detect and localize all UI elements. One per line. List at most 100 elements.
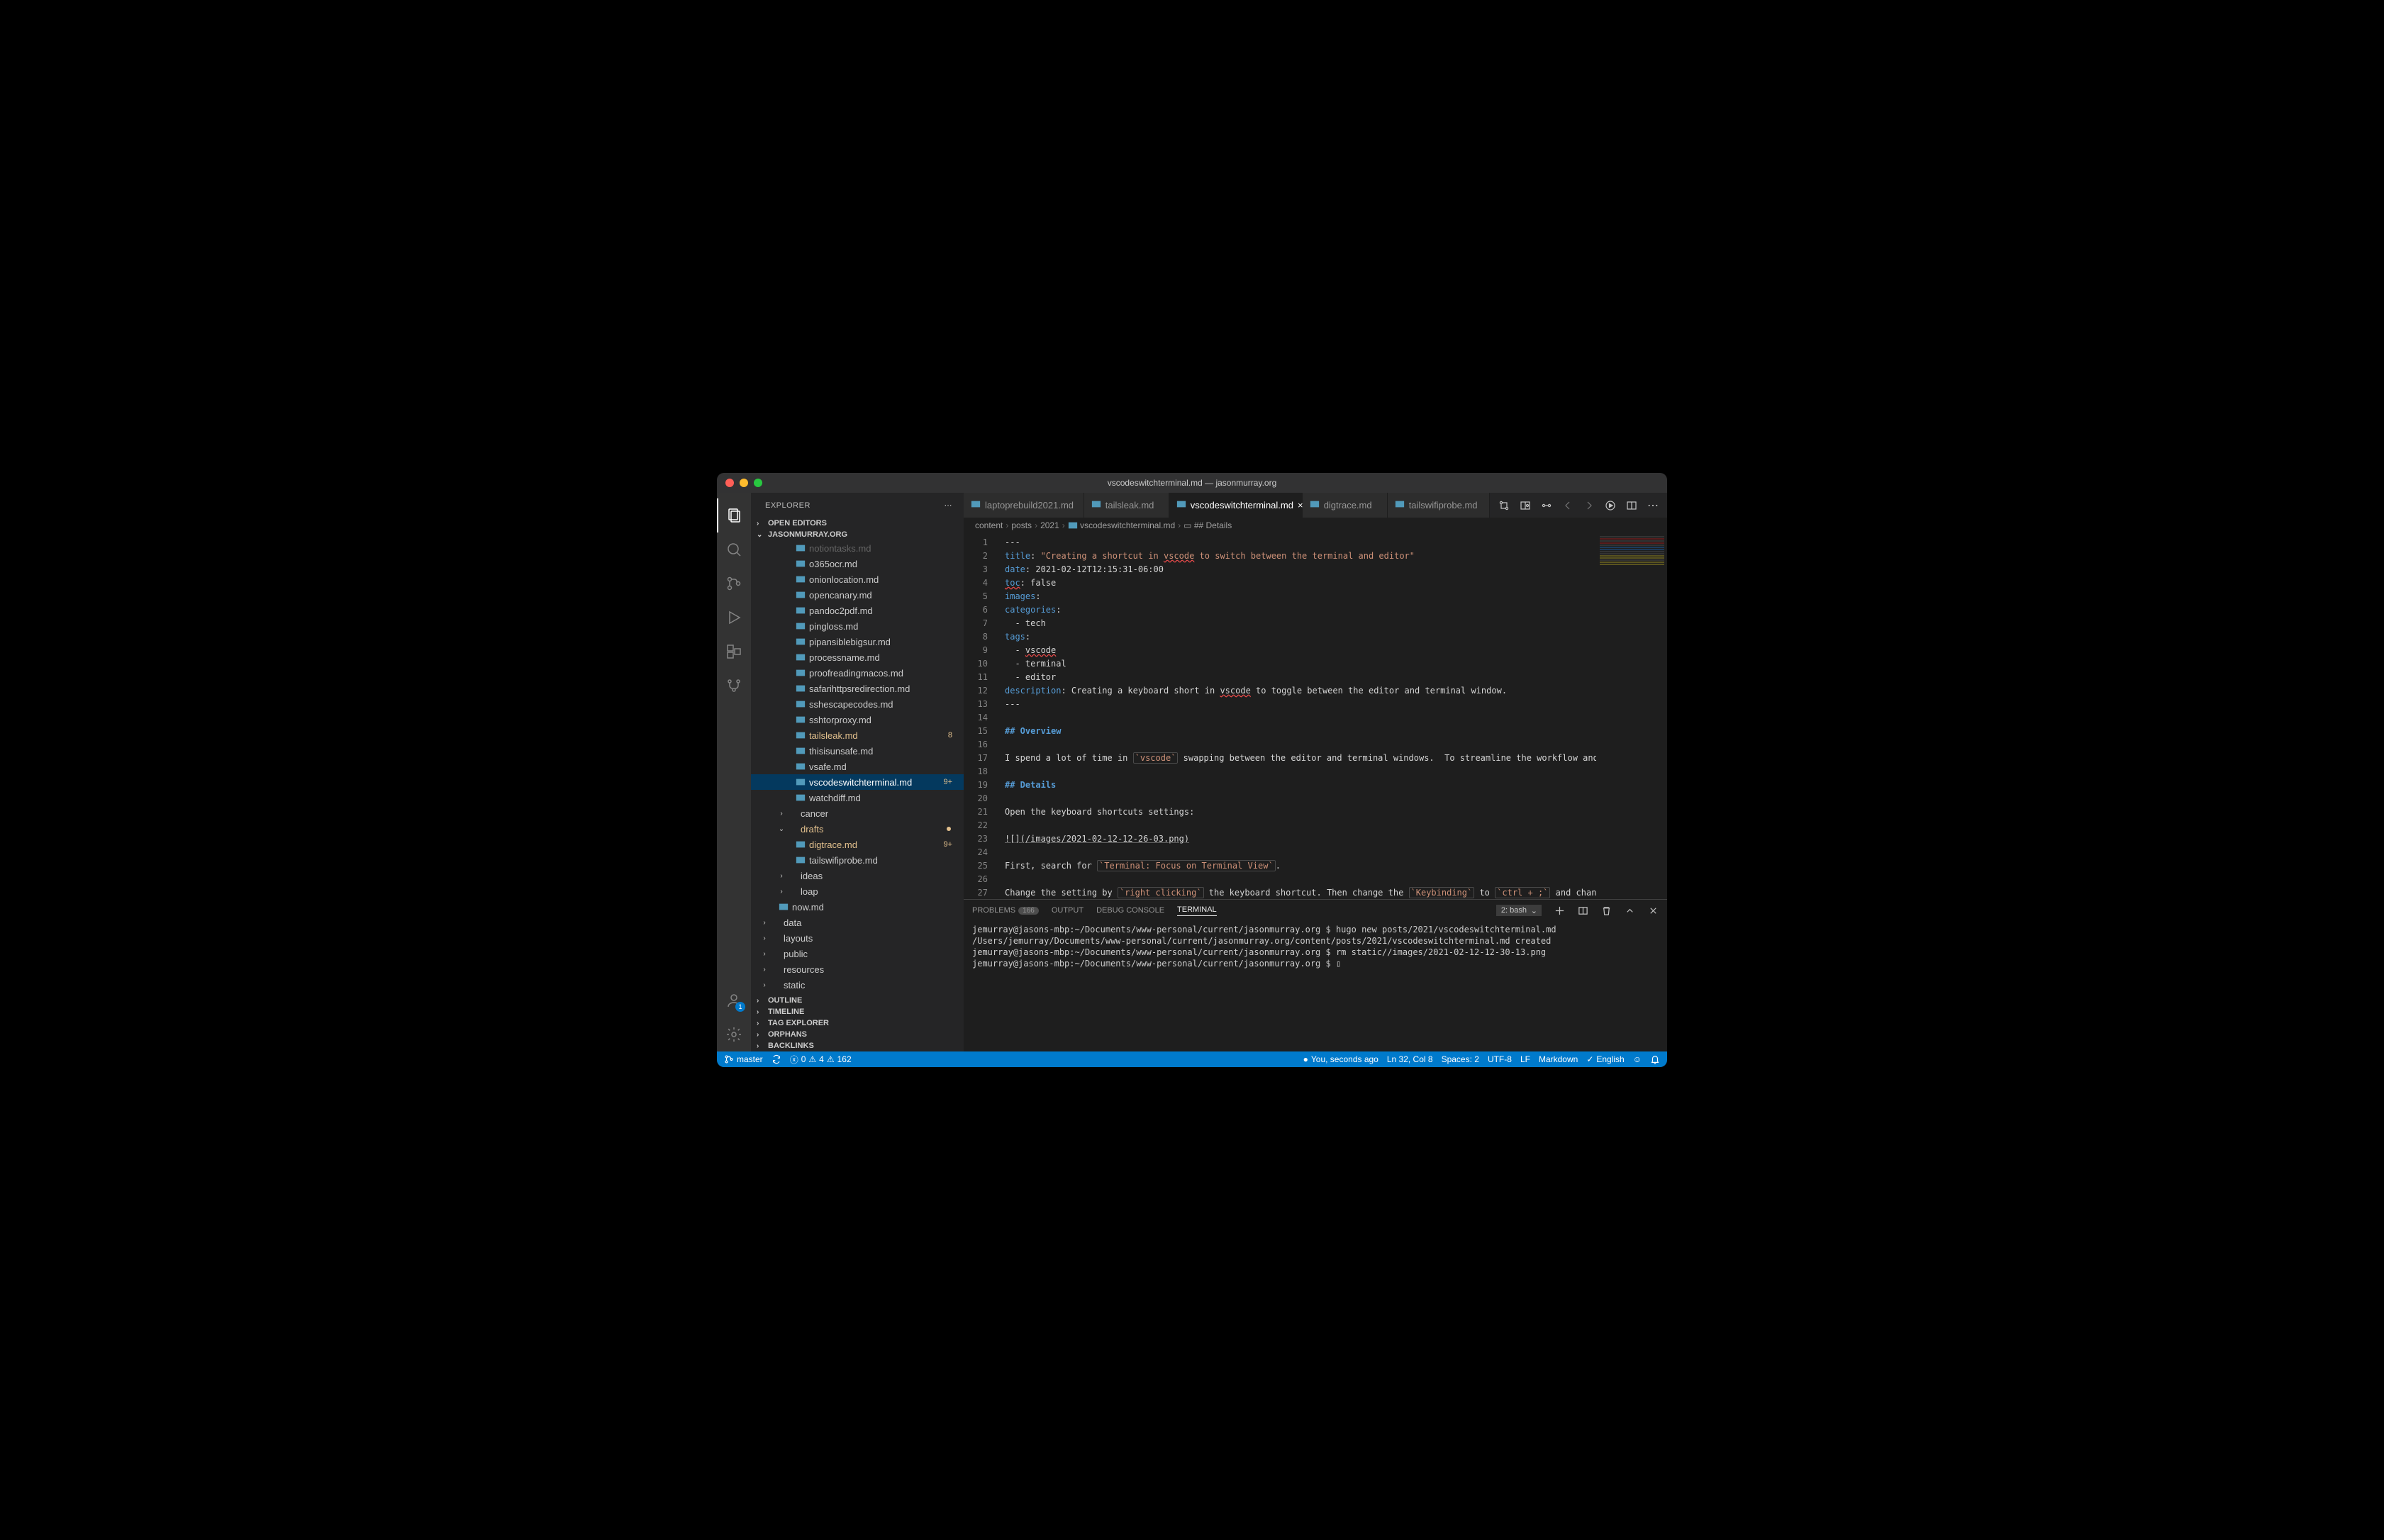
kill-terminal-icon[interactable] — [1601, 905, 1612, 916]
prev-change-icon[interactable] — [1562, 500, 1573, 511]
search-tab[interactable] — [717, 532, 751, 567]
git-graph-icon[interactable] — [1541, 500, 1552, 511]
tree-item-label: pandoc2pdf.md — [809, 606, 955, 616]
breadcrumb-segment[interactable]: 2021 — [1040, 520, 1059, 530]
minimap[interactable] — [1596, 533, 1667, 899]
eol[interactable]: LF — [1520, 1054, 1530, 1064]
maximize-window-button[interactable] — [754, 479, 762, 487]
file-item[interactable]: safarihttpsredirection.md — [751, 681, 964, 696]
folder-item[interactable]: ›loap — [751, 883, 964, 899]
git-badge: 9+ — [943, 778, 955, 786]
folder-item[interactable]: ›layouts — [751, 930, 964, 946]
file-item[interactable]: pandoc2pdf.md — [751, 603, 964, 618]
timeline-section[interactable]: ›TIMELINE — [751, 1006, 964, 1017]
problems-indicator[interactable]: ⓧ0 ⚠4 ⚠162 — [790, 1054, 852, 1066]
file-item[interactable]: tailsleak.md8 — [751, 727, 964, 743]
file-item[interactable]: vscodeswitchterminal.md9+ — [751, 774, 964, 790]
branch-indicator[interactable]: master — [724, 1054, 763, 1064]
file-item[interactable]: onionlocation.md — [751, 571, 964, 587]
folder-item[interactable]: ›public — [751, 946, 964, 961]
tag-explorer-section[interactable]: ›TAG EXPLORER — [751, 1017, 964, 1029]
file-item[interactable]: pingloss.md — [751, 618, 964, 634]
minimize-window-button[interactable] — [740, 479, 748, 487]
editor-tab[interactable]: digtrace.md× — [1303, 493, 1388, 518]
split-terminal-icon[interactable] — [1578, 905, 1588, 916]
breadcrumb[interactable]: content›posts›2021› vscodeswitchterminal… — [964, 518, 1667, 533]
editor-tab[interactable]: vscodeswitchterminal.md× — [1169, 493, 1303, 518]
gitlens-tab[interactable] — [717, 669, 751, 703]
outline-section[interactable]: ›OUTLINE — [751, 995, 964, 1006]
backlinks-section[interactable]: ›BACKLINKS — [751, 1040, 964, 1051]
file-tree[interactable]: notiontasks.mdo365ocr.mdonionlocation.md… — [751, 540, 964, 995]
workspace-section[interactable]: ⌄JASONMURRAY.ORG — [751, 529, 964, 540]
extensions-tab[interactable] — [717, 635, 751, 669]
more-actions-icon[interactable]: ⋯ — [1647, 498, 1659, 513]
maximize-panel-icon[interactable] — [1625, 905, 1635, 916]
terminal-output[interactable]: jemurray@jasons-mbp:~/Documents/www-pers… — [964, 921, 1667, 1051]
sidebar-more-icon[interactable]: ⋯ — [945, 501, 953, 510]
open-preview-side-icon[interactable] — [1520, 500, 1531, 511]
compare-changes-icon[interactable] — [1498, 500, 1510, 511]
file-item[interactable]: watchdiff.md — [751, 790, 964, 805]
feedback-icon[interactable]: ☺ — [1633, 1054, 1642, 1064]
file-item[interactable]: sshescapecodes.md — [751, 696, 964, 712]
orphans-section[interactable]: ›ORPHANS — [751, 1029, 964, 1040]
tree-item-label: pipansiblebigsur.md — [809, 637, 955, 647]
file-item[interactable]: processname.md — [751, 649, 964, 665]
close-panel-icon[interactable] — [1648, 905, 1659, 916]
breadcrumb-segment[interactable]: posts — [1011, 520, 1032, 530]
breadcrumb-segment[interactable]: content — [975, 520, 1003, 530]
run-debug-tab[interactable] — [717, 601, 751, 635]
new-terminal-icon[interactable] — [1554, 905, 1565, 916]
sync-button[interactable] — [772, 1054, 781, 1064]
folder-item[interactable]: ›cancer — [751, 805, 964, 821]
tree-item-label: safarihttpsredirection.md — [809, 683, 955, 694]
file-item[interactable]: pipansiblebigsur.md — [751, 634, 964, 649]
terminal-picker[interactable]: 2: bash — [1496, 905, 1542, 916]
debug-console-tab[interactable]: DEBUG CONSOLE — [1096, 906, 1164, 915]
explorer-tab[interactable] — [717, 498, 751, 532]
git-blame[interactable]: ● You, seconds ago — [1303, 1054, 1378, 1064]
language-mode[interactable]: Markdown — [1539, 1054, 1578, 1064]
settings-gear-icon[interactable] — [717, 1017, 751, 1051]
titlebar[interactable]: vscodeswitchterminal.md — jasonmurray.or… — [717, 473, 1667, 493]
notifications-icon[interactable] — [1650, 1054, 1660, 1064]
file-item[interactable]: notiontasks.md — [751, 540, 964, 556]
editor-tab[interactable]: tailswifiprobe.md× — [1388, 493, 1490, 518]
output-tab[interactable]: OUTPUT — [1052, 906, 1084, 915]
file-item[interactable]: proofreadingmacos.md — [751, 665, 964, 681]
terminal-tab[interactable]: TERMINAL — [1177, 905, 1217, 916]
code-editor[interactable]: ---title: "Creating a shortcut in vscode… — [999, 533, 1596, 899]
breadcrumb-segment[interactable]: vscodeswitchterminal.md — [1068, 520, 1175, 531]
run-icon[interactable] — [1605, 500, 1616, 511]
file-item[interactable]: digtrace.md9+ — [751, 837, 964, 852]
breadcrumb-segment[interactable]: ▭ ## Details — [1183, 520, 1232, 530]
folder-item[interactable]: ›ideas — [751, 868, 964, 883]
line-number-gutter: 1234567891011121314151617181920212223242… — [964, 533, 999, 899]
folder-item[interactable]: ›static — [751, 977, 964, 993]
file-item[interactable]: o365ocr.md — [751, 556, 964, 571]
file-item[interactable]: thisisunsafe.md — [751, 743, 964, 759]
close-window-button[interactable] — [725, 479, 734, 487]
file-item[interactable]: now.md — [751, 899, 964, 915]
cursor-position[interactable]: Ln 32, Col 8 — [1387, 1054, 1433, 1064]
editor-tab[interactable]: tailsleak.md× — [1084, 493, 1169, 518]
file-item[interactable]: opencanary.md — [751, 587, 964, 603]
file-item[interactable]: vsafe.md — [751, 759, 964, 774]
editor-tab[interactable]: laptoprebuild2021.md× — [964, 493, 1084, 518]
git-badge: 9+ — [943, 840, 955, 849]
folder-item[interactable]: ›data — [751, 915, 964, 930]
spellcheck[interactable]: ✓ English — [1586, 1054, 1624, 1064]
folder-item[interactable]: ⌄drafts — [751, 821, 964, 837]
next-change-icon[interactable] — [1583, 500, 1595, 511]
folder-item[interactable]: ›resources — [751, 961, 964, 977]
open-editors-section[interactable]: ›OPEN EDITORS — [751, 518, 964, 529]
file-item[interactable]: tailswifiprobe.md — [751, 852, 964, 868]
source-control-tab[interactable] — [717, 567, 751, 601]
split-editor-icon[interactable] — [1626, 500, 1637, 511]
problems-tab[interactable]: PROBLEMS 166 — [972, 906, 1039, 915]
accounts-icon[interactable]: 1 — [717, 983, 751, 1017]
file-item[interactable]: sshtorproxy.md — [751, 712, 964, 727]
indentation[interactable]: Spaces: 2 — [1442, 1054, 1479, 1064]
encoding[interactable]: UTF-8 — [1488, 1054, 1512, 1064]
